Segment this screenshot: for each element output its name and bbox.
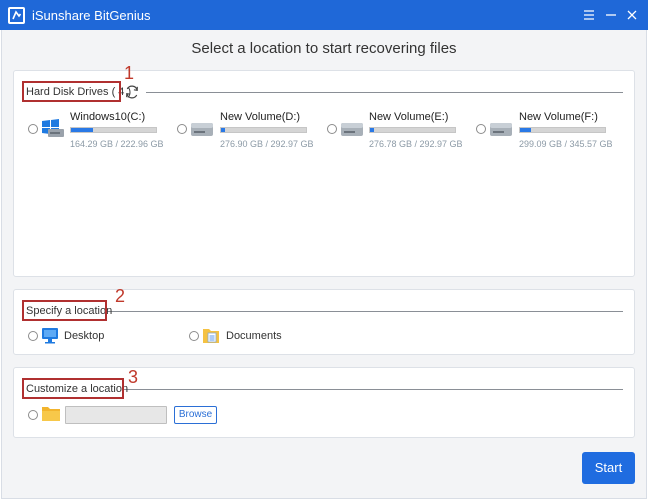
annotation-box-1	[22, 81, 121, 102]
drive-d-usage-fill	[221, 128, 226, 132]
drive-c-size: 164.29 GB / 222.96 GB	[70, 139, 164, 149]
annotation-number-3: 3	[128, 367, 139, 387]
app-logo-icon	[8, 7, 25, 24]
browse-button[interactable]: Browse	[174, 406, 217, 424]
hard-drive-icon	[340, 119, 364, 139]
desktop-label: Desktop	[64, 330, 105, 342]
section-divider	[146, 92, 623, 93]
documents-label: Documents	[226, 330, 282, 342]
refresh-icon[interactable]	[124, 84, 140, 100]
desktop-icon	[41, 327, 59, 344]
specify-location-panel	[13, 289, 635, 355]
drive-e-radio[interactable]	[327, 124, 337, 134]
page-heading: Select a location to start recovering fi…	[191, 40, 457, 57]
annotation-box-2	[22, 300, 107, 321]
windows-drive-icon	[41, 118, 65, 138]
drive-c-usage-bar	[70, 127, 157, 133]
drive-e-usage-fill	[370, 128, 375, 132]
drive-d-radio[interactable]	[177, 124, 187, 134]
drive-f-size: 299.09 GB / 345.57 GB	[519, 139, 613, 149]
title-bar: iSunshare BitGenius	[0, 0, 648, 30]
hard-drive-icon	[190, 119, 214, 139]
drive-f-name: New Volume(F:)	[519, 111, 598, 123]
drive-f-radio[interactable]	[476, 124, 486, 134]
annotation-number-1: 1	[124, 63, 135, 83]
desktop-radio[interactable]	[28, 331, 38, 341]
drive-c-name: Windows10(C:)	[70, 111, 146, 123]
custom-location-radio[interactable]	[28, 410, 38, 420]
start-button[interactable]: Start	[582, 452, 635, 484]
drive-c-usage-fill	[71, 128, 94, 132]
annotation-box-3	[22, 378, 124, 399]
drive-c-radio[interactable]	[28, 124, 38, 134]
drive-e-usage-bar	[369, 127, 456, 133]
folder-icon	[41, 405, 61, 422]
drive-e-size: 276.78 GB / 292.97 GB	[369, 139, 463, 149]
menu-icon[interactable]	[580, 6, 598, 24]
custom-path-input[interactable]	[65, 406, 167, 424]
documents-icon	[202, 326, 220, 344]
drive-d-name: New Volume(D:)	[220, 111, 301, 123]
drive-d-size: 276.90 GB / 292.97 GB	[220, 139, 314, 149]
app-title: iSunshare BitGenius	[32, 8, 151, 23]
documents-radio[interactable]	[189, 331, 199, 341]
annotation-number-2: 2	[115, 286, 126, 306]
close-icon[interactable]	[623, 6, 641, 24]
drive-f-usage-bar	[519, 127, 606, 133]
drive-e-name: New Volume(E:)	[369, 111, 449, 123]
hard-drive-icon	[489, 119, 513, 139]
section-divider	[107, 311, 623, 312]
section-divider	[124, 389, 623, 390]
drive-f-usage-fill	[520, 128, 532, 132]
minimize-icon[interactable]	[602, 6, 620, 24]
drive-d-usage-bar	[220, 127, 307, 133]
